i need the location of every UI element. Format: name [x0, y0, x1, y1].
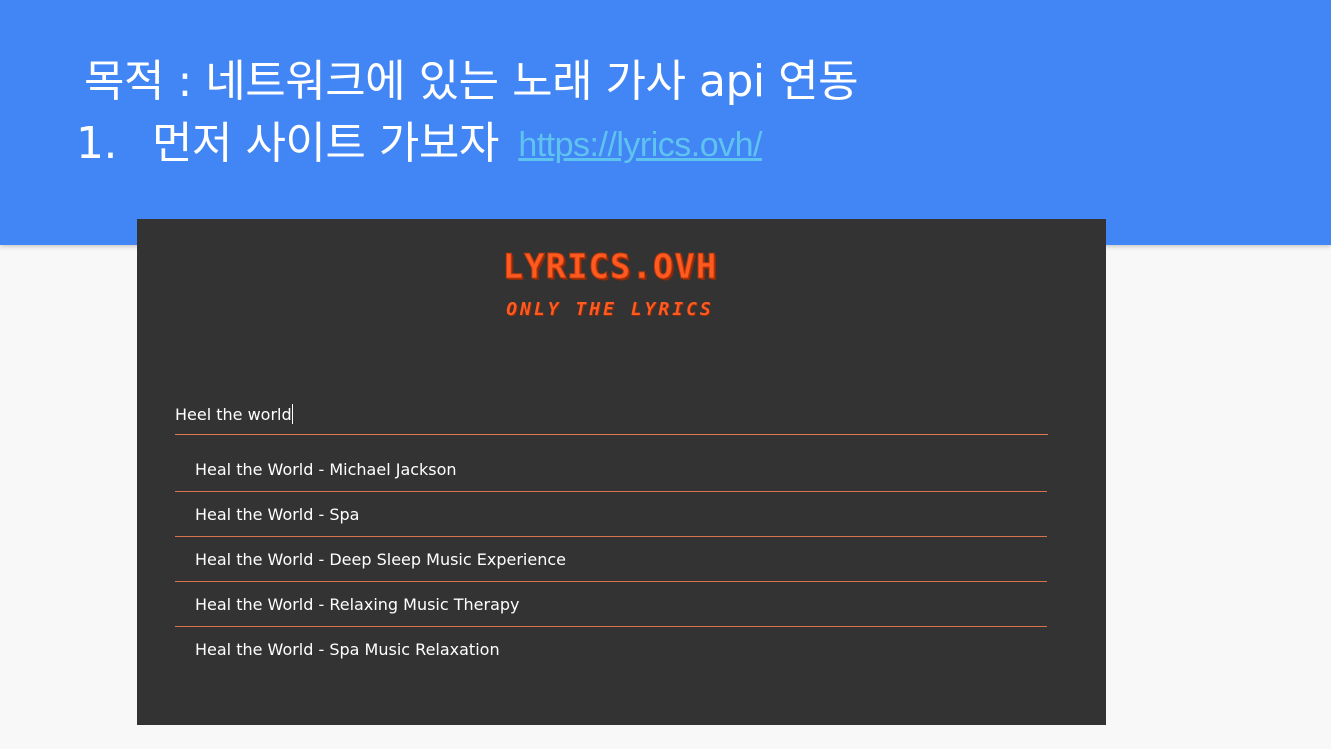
- website-screenshot: LYRICS.OVH ONLY THE LYRICS Heel the worl…: [137, 219, 1106, 725]
- text-cursor: [291, 404, 293, 424]
- step-line: 1. 먼저 사이트 가보자 https://lyrics.ovh/: [76, 114, 763, 175]
- slide: 목적 : 네트워크에 있는 노래 가사 api 연동 1. 먼저 사이트 가보자 …: [0, 0, 1331, 749]
- step-text: 먼저 사이트 가보자: [152, 118, 499, 169]
- search-input[interactable]: Heel the world: [175, 404, 1048, 435]
- search-result-item[interactable]: Heal the World - Spa: [175, 492, 1047, 537]
- search-result-item[interactable]: Heal the World - Deep Sleep Music Experi…: [175, 537, 1047, 582]
- slide-title: 목적 : 네트워크에 있는 노래 가사 api 연동: [84, 56, 859, 107]
- site-logo-subtitle: ONLY THE LYRICS: [506, 299, 714, 320]
- search-result-item[interactable]: Heal the World - Relaxing Music Therapy: [175, 582, 1047, 627]
- lyrics-site-link[interactable]: https://lyrics.ovh/: [518, 126, 762, 164]
- search-result-item[interactable]: Heal the World - Michael Jackson: [175, 447, 1047, 492]
- step-number: 1.: [76, 118, 117, 169]
- search-input-value: Heel the world: [175, 405, 292, 424]
- site-logo-title: LYRICS.OVH: [502, 247, 718, 288]
- search-result-item[interactable]: Heal the World - Spa Music Relaxation: [175, 627, 1047, 672]
- search-results-list: Heal the World - Michael Jackson Heal th…: [175, 447, 1047, 672]
